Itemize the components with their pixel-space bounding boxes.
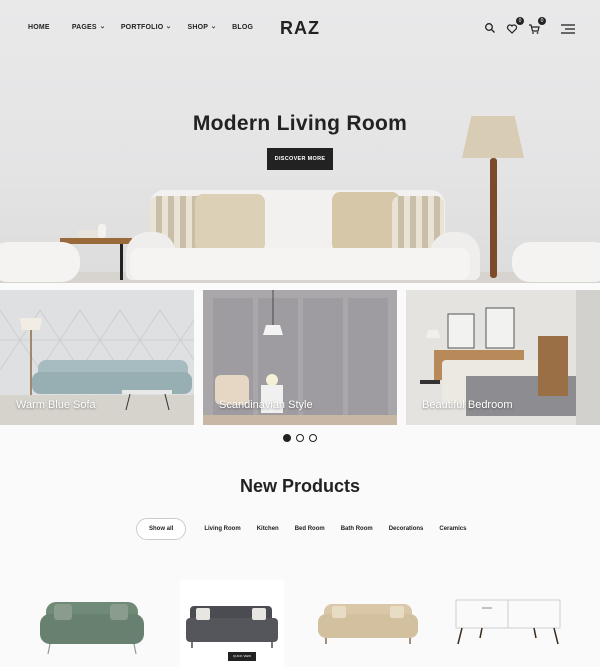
category-label: Scandinavian Style [219, 399, 313, 411]
hero-banner: HOME PAGES PORTFOLIO SHOP BLOG RAZ 0 0 M… [0, 0, 600, 283]
category-carousel: Warm Blue Sofa Scandinavian Style Beauti… [0, 290, 600, 425]
carousel-dot[interactable] [283, 434, 291, 442]
hero-title: Modern Living Room [192, 112, 408, 135]
category-tile-warm-blue-sofa[interactable]: Warm Blue Sofa [0, 290, 194, 425]
books [78, 230, 100, 238]
product-image-gray-sofa [186, 606, 278, 648]
cart-icon [529, 24, 540, 34]
quick-view-button[interactable]: QUICK VIEW [228, 652, 256, 661]
hamburger-menu-icon[interactable] [560, 22, 576, 34]
carousel-dot[interactable] [296, 434, 304, 442]
wishlist-button[interactable]: 0 [506, 17, 524, 34]
carousel-dots [0, 434, 600, 442]
sofa-seat [130, 248, 470, 280]
category-label: Beautiful Bedroom [422, 399, 513, 411]
product-card[interactable] [452, 580, 562, 667]
product-image-tv-console [455, 599, 561, 645]
heart-icon [506, 24, 518, 34]
product-card[interactable] [314, 580, 422, 667]
product-image-beige-sofa [318, 604, 418, 644]
product-card[interactable] [36, 580, 148, 667]
filter-living-room[interactable]: Living Room [204, 526, 240, 532]
filter-ceramics[interactable]: Ceramics [439, 526, 466, 532]
vase [98, 224, 106, 238]
armchair-left [0, 242, 80, 282]
filter-decorations[interactable]: Decorations [389, 526, 424, 532]
filter-show-all[interactable]: Show all [136, 518, 187, 540]
section-title: New Products [239, 476, 361, 496]
product-grid [0, 580, 600, 667]
side-table-leg [120, 244, 123, 280]
filter-bed-room[interactable]: Bed Room [295, 526, 325, 532]
cart-count-badge: 0 [538, 17, 546, 25]
floor-lamp-stand [490, 158, 497, 278]
category-tile-scandinavian-style[interactable]: Scandinavian Style [203, 290, 397, 425]
category-label: Warm Blue Sofa [16, 399, 96, 411]
category-tile-beautiful-bedroom[interactable]: Beautiful Bedroom [406, 290, 600, 425]
cart-button[interactable]: 0 [528, 17, 546, 34]
filter-kitchen[interactable]: Kitchen [257, 526, 279, 532]
product-image-green-sofa [40, 602, 144, 655]
header-icons: 0 0 [484, 17, 576, 34]
wishlist-count-badge: 0 [516, 17, 524, 25]
pillow [332, 192, 400, 252]
discover-more-button[interactable]: DISCOVER MORE [267, 148, 333, 170]
product-filters: Show all Living Room Kitchen Bed Room Ba… [136, 518, 482, 540]
carousel-dot[interactable] [309, 434, 317, 442]
filter-bath-room[interactable]: Bath Room [341, 526, 373, 532]
pillow [195, 194, 265, 252]
search-icon[interactable] [484, 22, 496, 34]
armchair-right [512, 242, 600, 282]
